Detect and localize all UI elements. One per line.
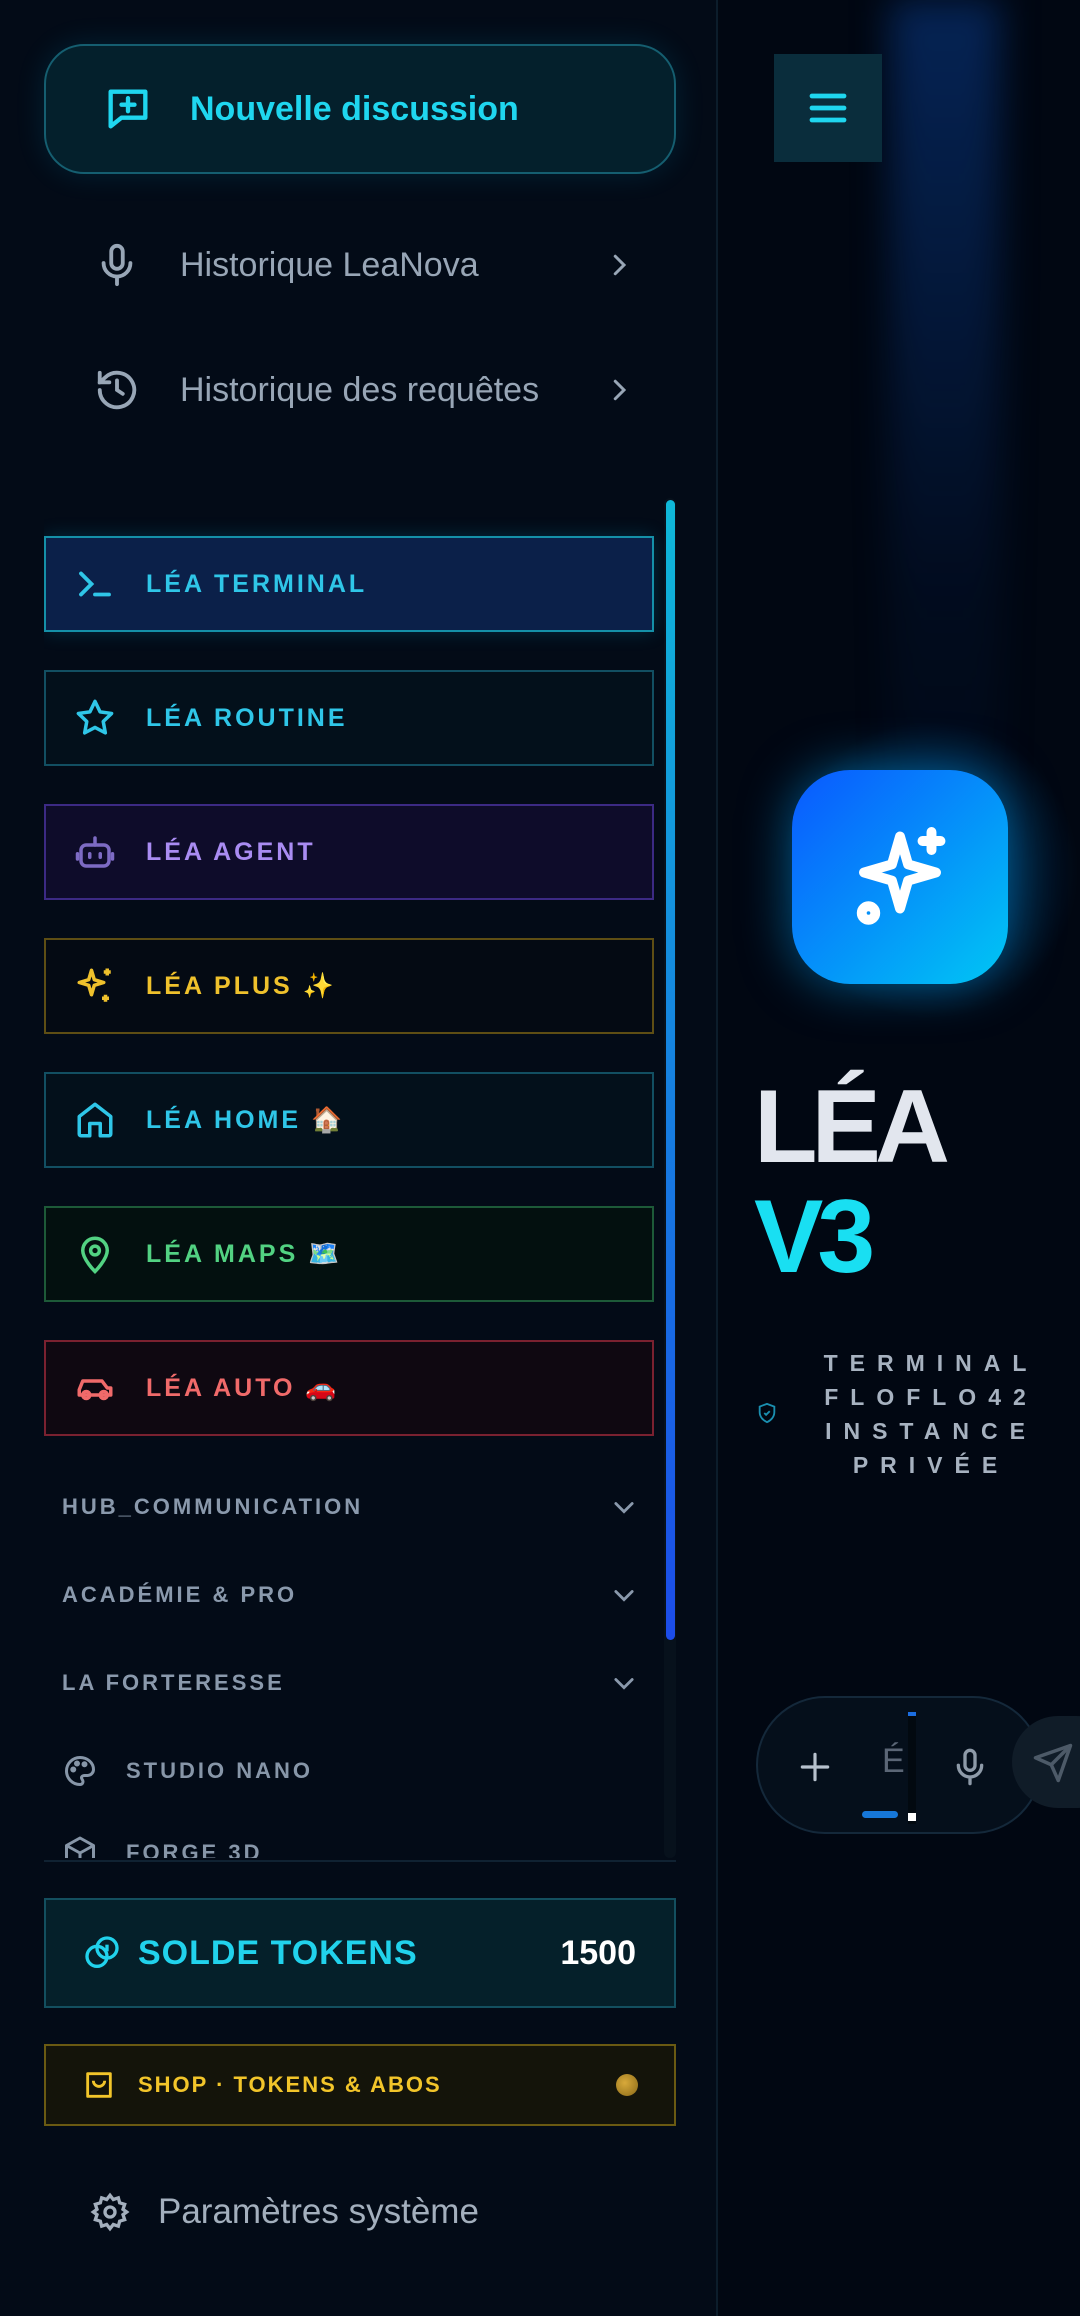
mic-icon <box>101 243 133 287</box>
message-composer: É <box>756 1696 1042 1834</box>
hero-title-line2: V3 <box>754 1179 875 1295</box>
history-leanova-label: Historique LeaNova <box>180 245 479 284</box>
app-lea-terminal[interactable]: LÉA TERMINAL <box>44 536 654 632</box>
app-lea-home[interactable]: LÉA HOME 🏠 <box>44 1072 654 1168</box>
history-icon <box>97 370 137 410</box>
send-icon <box>1033 1743 1073 1783</box>
caret-indicator <box>908 1712 916 1716</box>
terminal-icon <box>79 571 111 597</box>
divider <box>44 1860 676 1862</box>
tool-label: FORGE 3D <box>126 1840 263 1858</box>
chevron-down-icon <box>614 1502 634 1514</box>
app-label: LÉA AUTO 🚗 <box>146 1373 340 1402</box>
section-label: LA FORTERESSE <box>62 1670 285 1695</box>
app-lea-agent[interactable]: LÉA AGENT <box>44 804 654 900</box>
input-progress-bar <box>862 1811 898 1818</box>
coin-icon <box>616 2074 638 2096</box>
history-leanova-item[interactable]: Historique LeaNova <box>94 230 634 300</box>
subtitle-line: PRIVÉE <box>852 1452 1010 1478</box>
shop-button[interactable]: SHOP · TOKENS & ABOS <box>44 2044 676 2126</box>
settings-label: Paramètres système <box>158 2192 479 2231</box>
tool-label: STUDIO NANO <box>126 1758 313 1783</box>
app-lea-plus[interactable]: LÉA PLUS ✨ <box>44 938 654 1034</box>
section-la-forteresse[interactable]: LA FORTERESSE <box>62 1658 638 1708</box>
app-label: LÉA PLUS ✨ <box>146 971 337 1000</box>
robot-icon <box>75 836 115 868</box>
subtitle-line: TERMINAL <box>823 1350 1039 1376</box>
sidebar: Nouvelle discussion Historique LeaNova H… <box>0 0 718 2316</box>
hero-subtitle: TERMINAL FLOFLO42 INSTANCE PRIVÉE <box>806 1346 1056 1482</box>
scrollbar-thumb[interactable] <box>666 500 675 1640</box>
new-chat-button[interactable]: Nouvelle discussion <box>44 44 676 174</box>
tokens-label: SOLDE TOKENS <box>138 1933 418 1972</box>
mic-icon[interactable] <box>950 1746 990 1788</box>
app-list: LÉA TERMINAL LÉA ROUTINE LÉA AGENT LÉA P… <box>44 498 676 1858</box>
subtitle-line: FLOFLO42 <box>824 1384 1038 1410</box>
shield-icon <box>758 1402 776 1424</box>
menu-button[interactable] <box>774 54 882 162</box>
app-screen: Nouvelle discussion Historique LeaNova H… <box>0 0 1080 2316</box>
input-caret <box>908 1712 916 1824</box>
history-requests-label: Historique des requêtes <box>180 370 540 409</box>
app-lea-auto[interactable]: LÉA AUTO 🚗 <box>44 1340 654 1436</box>
caret-handle[interactable] <box>908 1813 916 1821</box>
map-pin-icon <box>80 1236 110 1274</box>
car-icon <box>77 1379 113 1401</box>
main-panel: LÉA V3 TERMINAL FLOFLO42 INSTANCE PRIVÉE… <box>720 0 1080 2316</box>
tool-forge-3d[interactable]: FORGE 3D <box>62 1828 638 1858</box>
app-label: LÉA HOME 🏠 <box>146 1105 346 1134</box>
chevron-right-icon <box>613 254 627 276</box>
hero-title-line1: LÉA <box>754 1069 950 1185</box>
section-hub-communication[interactable]: HUB_COMMUNICATION <box>62 1482 638 1532</box>
shop-label: SHOP · TOKENS & ABOS <box>138 2072 442 2097</box>
tokens-balance[interactable]: SOLDE TOKENS 1500 <box>44 1898 676 2008</box>
section-label: ACADÉMIE & PRO <box>62 1582 298 1607</box>
app-lea-maps[interactable]: LÉA MAPS 🗺️ <box>44 1206 654 1302</box>
app-label: LÉA MAPS 🗺️ <box>146 1239 343 1268</box>
subtitle-line: INSTANCE <box>825 1418 1037 1444</box>
tokens-value: 1500 <box>560 1933 636 1972</box>
settings-button[interactable]: Paramètres système <box>90 2180 479 2244</box>
app-label: LÉA ROUTINE <box>146 703 348 732</box>
chevron-down-icon <box>614 1590 634 1602</box>
coins-icon <box>85 1936 119 1968</box>
app-lea-routine[interactable]: LÉA ROUTINE <box>44 670 654 766</box>
sparkles-logo-icon <box>856 827 946 925</box>
star-icon <box>76 699 114 735</box>
new-chat-label: Nouvelle discussion <box>190 89 519 128</box>
section-academie-pro[interactable]: ACADÉMIE & PRO <box>62 1570 638 1620</box>
chevron-down-icon <box>614 1678 634 1690</box>
app-label: LÉA AGENT <box>146 837 316 866</box>
cube-icon <box>65 1836 95 1858</box>
app-label: LÉA TERMINAL <box>146 569 368 598</box>
message-input[interactable]: É <box>882 1742 905 1781</box>
history-requests-item[interactable]: Historique des requêtes <box>94 355 634 425</box>
tool-studio-nano[interactable]: STUDIO NANO <box>62 1746 638 1796</box>
app-logo <box>792 770 1008 984</box>
gear-icon <box>90 2192 130 2232</box>
palette-icon <box>65 1755 96 1787</box>
message-plus-icon <box>108 89 148 129</box>
sparkles-icon <box>77 968 111 1002</box>
section-label: HUB_COMMUNICATION <box>62 1494 364 1519</box>
plus-icon[interactable] <box>796 1748 834 1786</box>
shopping-bag-icon <box>86 2072 112 2098</box>
hamburger-icon <box>809 93 847 123</box>
chevron-right-icon <box>613 379 627 401</box>
home-icon <box>77 1102 113 1138</box>
